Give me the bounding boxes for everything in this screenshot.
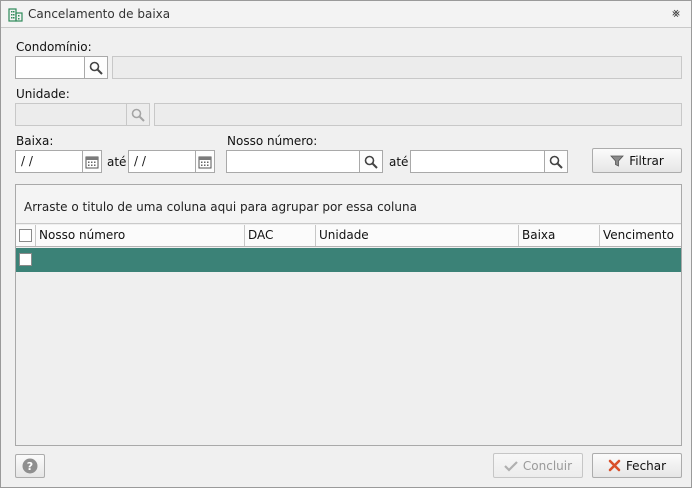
condominio-name-field (112, 56, 682, 79)
svg-text:?: ? (27, 460, 33, 473)
checkmark-icon (504, 460, 518, 472)
condominio-label: Condomínio: (16, 40, 92, 54)
nosso-numero-from-input[interactable] (226, 150, 360, 173)
nosso-numero-from-search-button[interactable] (359, 150, 383, 173)
condominio-search-button[interactable] (84, 56, 108, 79)
select-all-checkbox[interactable] (19, 229, 32, 242)
baixa-to-calendar-button[interactable] (195, 150, 215, 173)
calendar-icon (198, 156, 212, 168)
help-button[interactable]: ? (15, 454, 45, 478)
condominio-code-input[interactable] (15, 56, 85, 79)
unidade-name-field (154, 103, 682, 126)
search-icon (131, 108, 145, 122)
search-icon (364, 155, 378, 169)
nosso-numero-label: Nosso número: (227, 134, 318, 148)
column-header-baixa[interactable]: Baixa (519, 225, 600, 246)
nosso-numero-ate-label: até (389, 155, 409, 169)
unidade-code-input[interactable] (15, 103, 127, 126)
concluir-button-label: Concluir (522, 458, 573, 473)
filter-button-label: Filtrar (629, 153, 664, 168)
help-icon: ? (22, 458, 38, 474)
unidade-label: Unidade: (16, 87, 70, 101)
group-by-hint: Arraste o titulo de uma coluna aqui para… (24, 200, 417, 214)
baixa-label: Baixa: (16, 134, 54, 148)
baixa-from-date-input[interactable]: / / (15, 150, 83, 173)
select-all-column (16, 225, 36, 246)
window-title: Cancelamento de baixa (28, 7, 171, 21)
group-by-panel[interactable]: Arraste o titulo de uma coluna aqui para… (16, 185, 681, 224)
calendar-icon (85, 156, 99, 168)
funnel-icon (610, 155, 625, 167)
filter-button[interactable]: Filtrar (592, 148, 682, 173)
unidade-search-button[interactable] (126, 103, 150, 126)
concluir-button[interactable]: Concluir (493, 453, 583, 478)
x-icon (608, 459, 621, 472)
fechar-button[interactable]: Fechar (592, 453, 682, 478)
baixa-from-calendar-button[interactable] (82, 150, 102, 173)
results-grid: Arraste o titulo de uma coluna aqui para… (15, 184, 682, 446)
search-icon (549, 155, 563, 169)
close-icon[interactable]: ⨳ (669, 7, 683, 21)
search-icon (89, 61, 103, 75)
nosso-numero-to-input[interactable] (410, 150, 545, 173)
column-header-nosso-numero[interactable]: Nosso número (36, 225, 245, 246)
row-checkbox[interactable] (19, 253, 32, 266)
column-header-dac[interactable]: DAC (245, 225, 316, 246)
column-header-unidade[interactable]: Unidade (316, 225, 519, 246)
baixa-to-date-input[interactable]: / / (128, 150, 196, 173)
column-header-vencimento[interactable]: Vencimento (600, 225, 681, 246)
cancelamento-de-baixa-window: Cancelamento de baixa ⨳ Condomínio: Unid… (0, 0, 692, 488)
title-bar: Cancelamento de baixa ⨳ (1, 1, 691, 28)
nosso-numero-to-search-button[interactable] (544, 150, 568, 173)
fechar-button-label: Fechar (625, 458, 667, 473)
grid-header-row: Nosso número DAC Unidade Baixa Venciment… (16, 225, 681, 247)
table-row[interactable] (16, 248, 681, 272)
baixa-ate-label: até (107, 155, 127, 169)
building-icon (8, 7, 23, 22)
